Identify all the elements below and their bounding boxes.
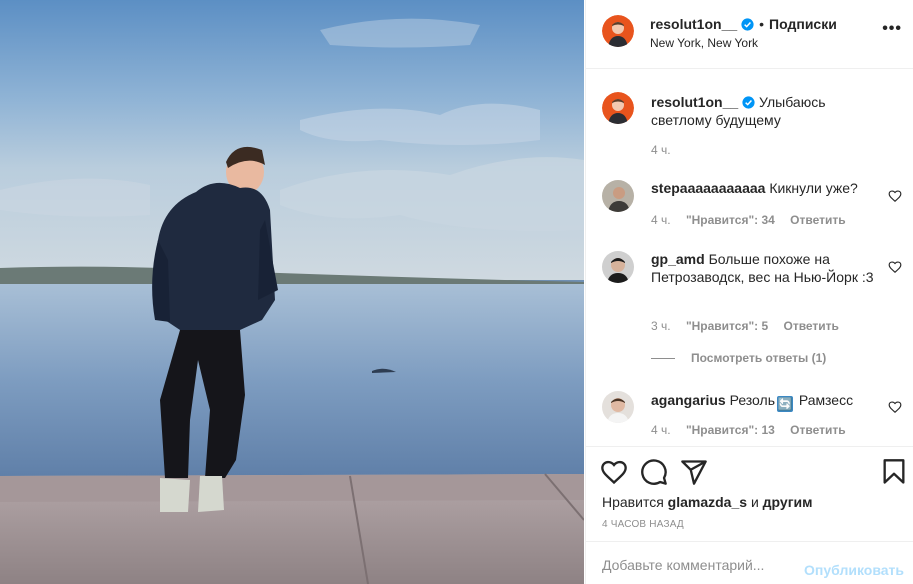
add-comment-bar: Опубликовать xyxy=(586,543,913,584)
caption-meta: 4 ч. xyxy=(651,143,683,157)
comment-bubble-icon[interactable] xyxy=(640,458,668,486)
comment-likes[interactable]: "Нравится": 13 xyxy=(686,423,775,437)
comment-time[interactable]: 3 ч. xyxy=(651,319,671,333)
comment-time[interactable]: 4 ч. xyxy=(651,423,671,437)
caption-avatar[interactable] xyxy=(602,92,634,124)
view-replies-button[interactable]: Посмотреть ответы (1) xyxy=(651,351,826,365)
like-heart-icon[interactable] xyxy=(600,458,628,486)
comment-time[interactable]: 4 ч. xyxy=(651,213,671,227)
verified-badge-icon xyxy=(742,96,755,109)
likes-prefix: Нравится xyxy=(602,494,664,510)
reply-button[interactable]: Ответить xyxy=(790,213,845,227)
comment-text: agangarius Резоль 🔄 Рамзесс xyxy=(651,391,881,412)
comment-item: agangarius Резоль 🔄 Рамзесс 4 ч. "Нравитс… xyxy=(602,391,902,441)
separator-dot: • xyxy=(759,16,765,32)
like-comment-heart-icon[interactable] xyxy=(888,189,902,203)
comment-author[interactable]: agangarius xyxy=(651,392,726,408)
likes-user[interactable]: glamazda_s xyxy=(668,494,747,510)
share-paper-plane-icon[interactable] xyxy=(680,458,708,486)
post-panel: resolut1on__ • Подписки New York, New Yo… xyxy=(585,0,913,584)
comment-likes[interactable]: "Нравится": 5 xyxy=(686,319,768,333)
comment-item: stepaaaaaaaaaaa Кикнули уже? 4 ч. "Нрави… xyxy=(602,179,902,229)
repeat-emoji-icon: 🔄 xyxy=(777,396,793,412)
author-username[interactable]: resolut1on__ xyxy=(650,16,737,32)
caption-author[interactable]: resolut1on__ xyxy=(651,94,738,110)
commenter-avatar[interactable] xyxy=(602,180,634,212)
commenter-avatar[interactable] xyxy=(602,391,634,423)
publish-button[interactable]: Опубликовать xyxy=(804,562,904,578)
replies-divider xyxy=(651,357,675,359)
reply-button[interactable]: Ответить xyxy=(783,319,838,333)
comment-author[interactable]: gp_amd xyxy=(651,251,705,267)
following-button[interactable]: Подписки xyxy=(769,16,837,32)
comment-text: gp_amd Больше похоже на Петрозаводск, ве… xyxy=(651,250,881,286)
more-options-icon[interactable]: ••• xyxy=(882,21,902,37)
comment-item: gp_amd Больше похоже на Петрозаводск, ве… xyxy=(602,250,902,370)
view-replies-label: Посмотреть ответы (1) xyxy=(691,351,827,365)
comment-text: stepaaaaaaaaaaa Кикнули уже? xyxy=(651,179,881,197)
caption-text: resolut1on__ Улыбаюсь светлому будущему xyxy=(651,93,881,129)
add-comment-input[interactable] xyxy=(602,557,802,573)
comment-body-before: Резоль xyxy=(729,392,775,408)
like-comment-heart-icon[interactable] xyxy=(888,400,902,414)
post-photo[interactable] xyxy=(0,0,584,584)
author-avatar[interactable] xyxy=(602,15,634,47)
comment-author[interactable]: stepaaaaaaaaaaa xyxy=(651,180,765,196)
commenter-avatar[interactable] xyxy=(602,251,634,283)
comments-list[interactable]: resolut1on__ Улыбаюсь светлому будущему … xyxy=(586,70,913,447)
comment-body-after: Рамзесс xyxy=(798,392,854,408)
likes-summary[interactable]: Нравится glamazda_s и другим xyxy=(602,494,813,510)
verified-badge-icon xyxy=(741,17,754,31)
save-bookmark-icon[interactable] xyxy=(880,458,908,486)
post-image xyxy=(0,0,584,584)
post-location[interactable]: New York, New York xyxy=(650,36,758,50)
comment-meta: 4 ч. "Нравится": 13 Ответить xyxy=(651,423,858,437)
post-time-ago[interactable]: 4 ЧАСОВ НАЗАД xyxy=(602,519,684,530)
likes-others[interactable]: другим xyxy=(763,494,813,510)
like-comment-heart-icon[interactable] xyxy=(888,260,902,274)
reply-button[interactable]: Ответить xyxy=(790,423,845,437)
comment-meta: 4 ч. "Нравится": 34 Ответить xyxy=(651,213,858,227)
comment-body: Кикнули уже? xyxy=(769,180,858,196)
comment-meta: 3 ч. "Нравится": 5 Ответить xyxy=(651,319,851,333)
post-header: resolut1on__ • Подписки New York, New Yo… xyxy=(586,0,913,69)
caption-time[interactable]: 4 ч. xyxy=(651,143,671,157)
comment-likes[interactable]: "Нравится": 34 xyxy=(686,213,775,227)
post-actions: Нравится glamazda_s и другим 4 ЧАСОВ НАЗ… xyxy=(586,448,913,542)
caption: resolut1on__ Улыбаюсь светлому будущему … xyxy=(602,92,902,162)
likes-mid: и xyxy=(750,494,759,510)
